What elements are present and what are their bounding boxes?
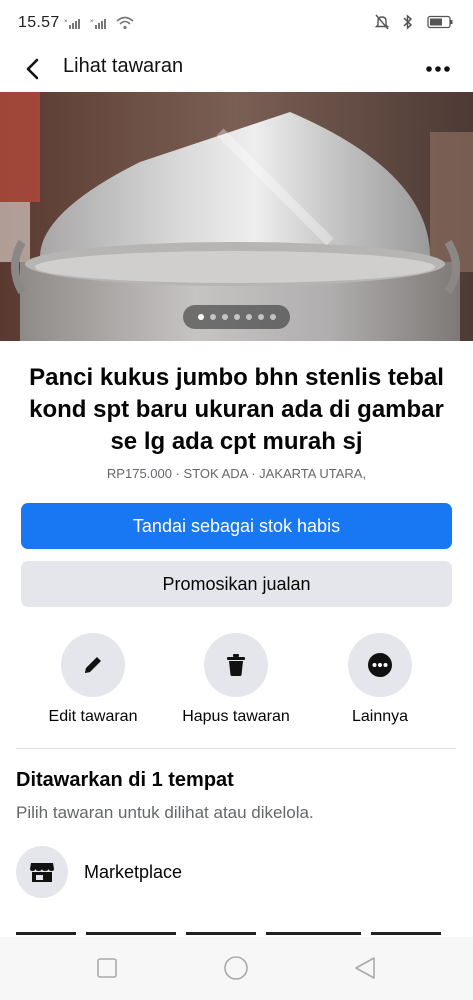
pagination-dot[interactable] [233,314,240,320]
svg-text:×: × [90,19,94,25]
system-nav-bar [0,937,473,1000]
section-subtitle: Pilih tawaran untuk dilihat atau dikelol… [16,803,314,822]
battery-icon [427,15,453,29]
marketplace-row[interactable]: Marketplace [16,846,456,898]
marketplace-label: Marketplace [84,861,183,882]
promote-listing-button[interactable]: Promosikan jualan [21,561,452,607]
status-right-icons [375,14,455,30]
system-nav-buttons [97,956,375,980]
pagination-dot[interactable] [221,314,228,320]
mute-bell-icon [375,14,389,30]
cutoff-next-section [16,925,456,935]
status-bar: 15.57 × × [0,0,473,46]
back-arrow-icon [26,58,39,80]
shop-icon [30,863,54,882]
status-time: 15.57 [18,14,60,31]
pagination-dot[interactable] [269,314,276,320]
listing-title: Panci kukus jumbo bhn stenlis tebal kond… [29,364,444,455]
listing-meta: RP175.000 · STOK ADA · JAKARTA UTARA, [106,466,367,481]
pagination-dot[interactable] [245,314,252,320]
bluetooth-icon [403,14,413,30]
marketplace-icon-circle [16,846,68,898]
back-button[interactable] [16,52,50,86]
steamer-pot-image [0,92,473,341]
pagination-dot[interactable] [257,314,264,320]
more-actions-button[interactable] [348,633,412,697]
photo-pagination[interactable] [183,305,290,329]
delete-listing-action[interactable]: Hapus tawaran [161,633,311,726]
signal-icon: × [64,19,80,29]
more-options-button[interactable] [421,54,455,84]
pagination-dot[interactable] [209,314,216,320]
page-title: Lihat tawaran [63,55,184,77]
more-actions-action[interactable]: Lainnya [305,633,455,726]
section-title: Ditawarkan di 1 tempat [16,769,234,791]
cutoff-text-shape [16,932,441,935]
app-header: Lihat tawaran [0,46,473,92]
mark-sold-button[interactable]: Tandai sebagai stok habis [21,503,452,549]
wifi-icon [116,16,134,30]
delete-listing-label: Hapus tawaran [182,708,290,725]
more-actions-label: Lainnya [351,708,409,725]
pagination-dot-active[interactable] [197,314,204,320]
edit-listing-button[interactable] [61,633,125,697]
signal-icon-2: × [90,19,106,29]
more-dots-icon [426,66,450,72]
trash-icon [227,654,245,676]
divider [16,748,456,749]
edit-listing-label: Edit tawaran [48,708,138,725]
product-photo[interactable] [0,92,473,341]
pencil-icon [85,657,101,673]
home-icon[interactable] [224,956,248,980]
svg-text:×: × [64,19,68,25]
status-left-icons: × × [64,16,134,30]
back-nav-icon[interactable] [355,957,375,979]
delete-listing-button[interactable] [204,633,268,697]
recent-apps-icon[interactable] [97,958,117,978]
more-icon [368,653,392,677]
edit-listing-action[interactable]: Edit tawaran [18,633,168,726]
